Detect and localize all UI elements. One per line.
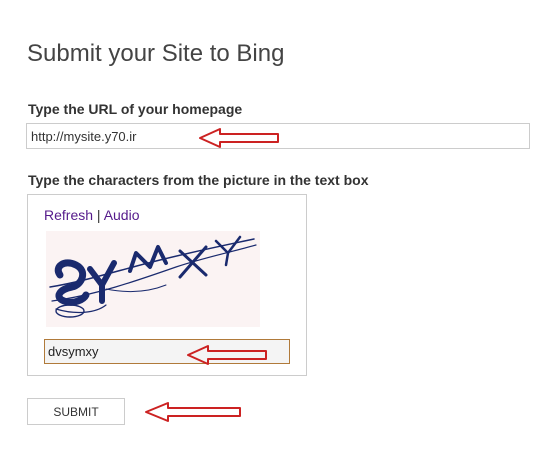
captcha-links: Refresh | Audio [44, 207, 140, 223]
audio-link[interactable]: Audio [104, 207, 140, 223]
page-title: Submit your Site to Bing [27, 40, 285, 67]
url-label: Type the URL of your homepage [28, 101, 243, 117]
captcha-image [46, 231, 260, 327]
submit-site-page: Submit your Site to Bing Type the URL of… [0, 0, 551, 450]
arrow-left-icon [145, 402, 241, 422]
submit-button[interactable]: SUBMIT [27, 398, 125, 425]
refresh-link[interactable]: Refresh [44, 207, 93, 223]
captcha-label: Type the characters from the picture in … [28, 172, 369, 188]
arrow-left-icon [187, 345, 267, 365]
arrow-left-icon [199, 128, 279, 148]
captcha-link-separator: | [93, 207, 104, 223]
captcha-glyphs [49, 235, 257, 318]
